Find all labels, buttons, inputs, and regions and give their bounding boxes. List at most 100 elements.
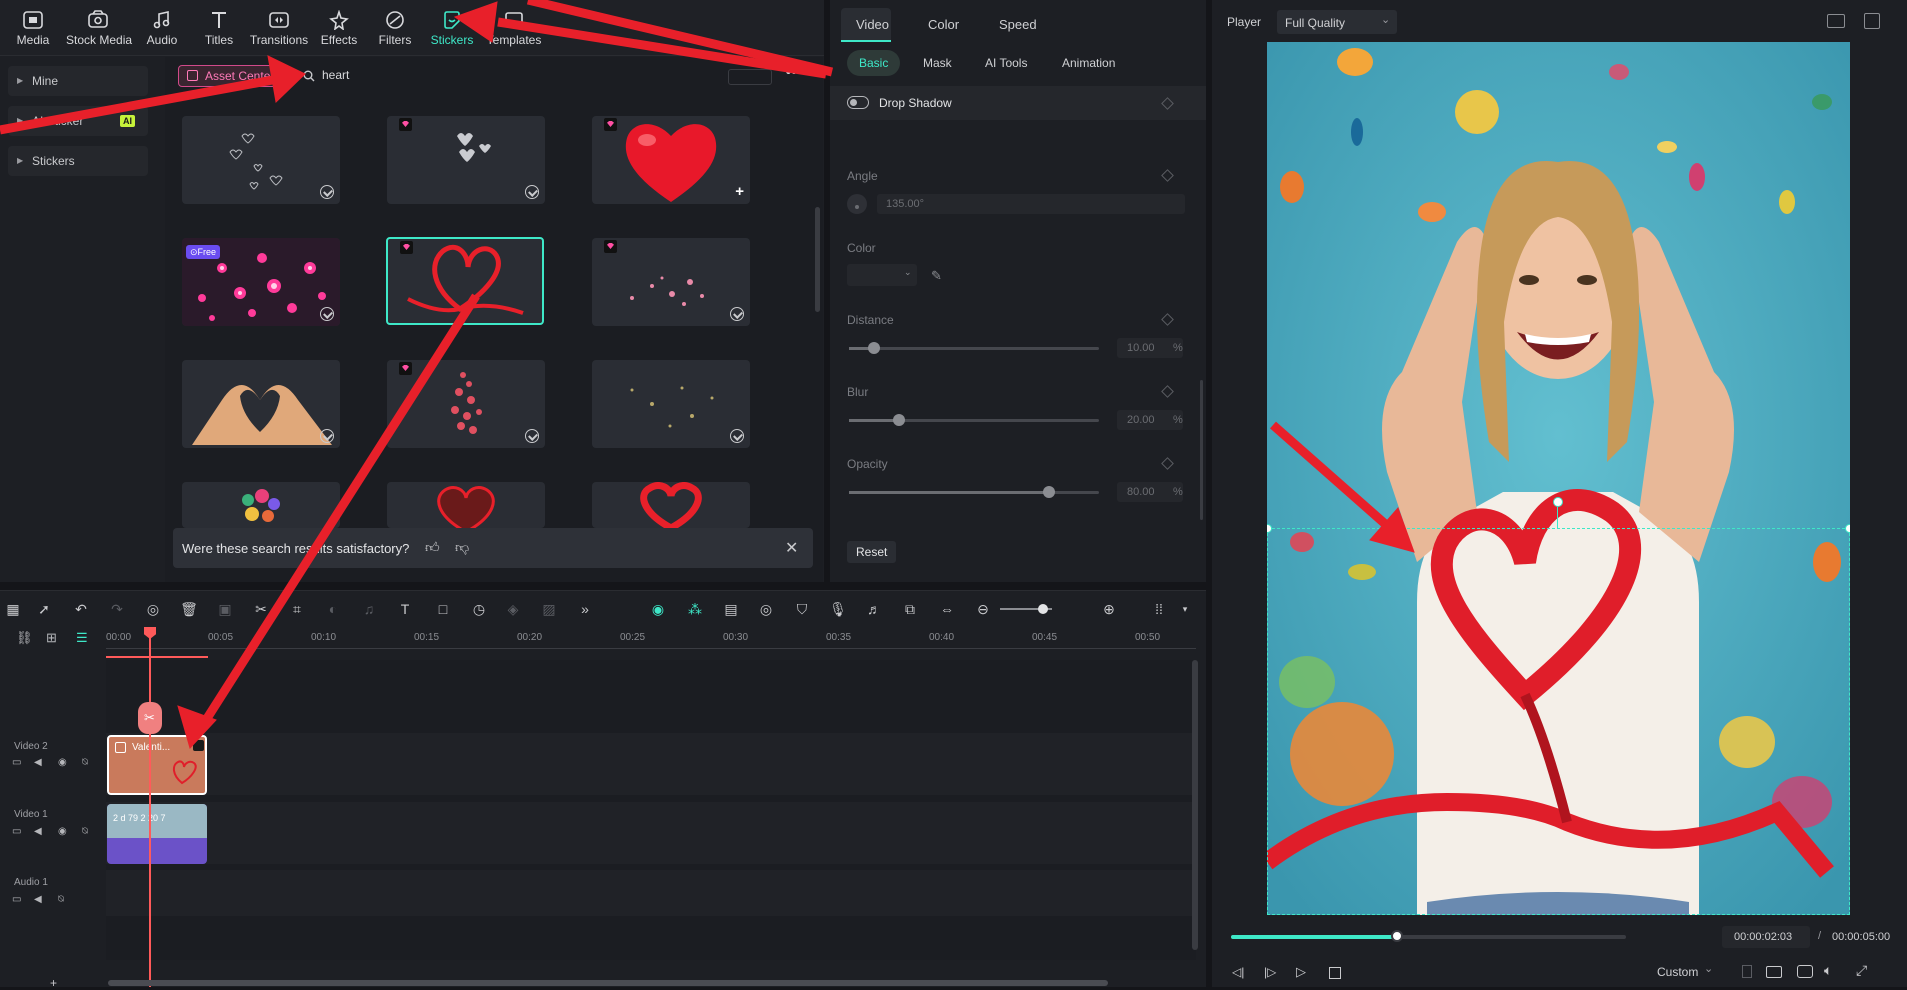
mark-icon[interactable] — [1742, 965, 1752, 978]
mask-tool-icon[interactable]: ◈ — [504, 601, 522, 617]
sidebar-item-mine[interactable]: ▶ Mine — [8, 66, 148, 96]
fit-icon[interactable]: ⇔ — [938, 601, 956, 617]
track-settings-icon[interactable]: ☰ — [76, 630, 88, 646]
sticker-thumb[interactable] — [182, 360, 340, 448]
opacity-slider[interactable] — [849, 486, 1099, 498]
detach-icon[interactable]: ▣ — [216, 601, 234, 617]
zoom-in-icon[interactable]: ⊕ — [1100, 601, 1118, 617]
folder-icon[interactable]: ▭ — [12, 894, 21, 905]
reset-button[interactable]: Reset — [847, 541, 897, 563]
folder-icon[interactable]: ▭ — [12, 826, 21, 837]
toolbar-audio[interactable]: Audio — [132, 6, 192, 52]
toolbar-filters[interactable]: Filters — [365, 6, 425, 52]
select-tool-icon[interactable]: ➚ — [35, 601, 53, 617]
split-icon[interactable]: ✂ — [252, 601, 270, 617]
video-preview[interactable] — [1267, 42, 1850, 915]
lock-icon[interactable]: ⍉ — [82, 826, 88, 837]
magnet-icon[interactable]: ◉ — [649, 601, 667, 617]
vertical-scrollbar[interactable] — [1192, 660, 1198, 950]
playhead[interactable] — [149, 630, 151, 987]
text-tool-icon[interactable]: T — [396, 601, 414, 617]
ai-tool-icon[interactable]: ◎ — [144, 601, 162, 617]
angle-dial[interactable] — [847, 194, 867, 214]
delete-icon[interactable]: 🗑︎ — [180, 601, 198, 617]
marker-icon[interactable]: ◎ — [757, 601, 775, 617]
redo-icon[interactable]: ↷ — [108, 601, 126, 617]
scrollbar[interactable] — [815, 207, 820, 312]
stop-icon[interactable] — [1329, 967, 1341, 979]
search-input[interactable]: heart — [295, 65, 595, 87]
volume-icon[interactable]: ◀︎ — [34, 826, 42, 837]
scrollbar[interactable] — [1200, 380, 1203, 520]
download-icon[interactable] — [730, 307, 744, 321]
more-tools-icon[interactable]: » — [576, 601, 594, 617]
keyframe-icon[interactable] — [1161, 97, 1174, 110]
next-frame-icon[interactable]: |▷ — [1264, 965, 1276, 979]
current-time-box[interactable]: 00:00:02:03 — [1722, 926, 1810, 948]
distance-value[interactable]: 10.00% — [1117, 338, 1183, 358]
shield-icon[interactable]: ⛉ — [793, 601, 811, 617]
rotate-handle[interactable] — [1553, 497, 1563, 507]
more-options-icon[interactable]: ••• — [782, 65, 806, 85]
blur-slider[interactable] — [849, 414, 1099, 426]
snap-icon[interactable]: ⁂ — [686, 601, 704, 617]
eyedropper-icon[interactable]: ✎ — [931, 268, 942, 284]
sticker-thumb[interactable] — [387, 116, 545, 204]
play-icon[interactable]: ▷ — [1296, 964, 1306, 980]
eye-icon[interactable]: ◉ — [58, 826, 67, 837]
chevron-down-icon[interactable]: ▾ — [1176, 601, 1194, 617]
thumbs-up-icon[interactable]: 👍︎ — [425, 539, 440, 556]
replace-icon[interactable]: ⧉ — [901, 601, 919, 617]
eye-icon[interactable]: ◉ — [58, 757, 67, 768]
keyframe-icon[interactable] — [1161, 169, 1174, 182]
download-icon[interactable] — [525, 429, 539, 443]
sticker-thumb[interactable] — [592, 360, 750, 448]
zoom-out-icon[interactable]: ⊖ — [974, 601, 992, 617]
sidebar-item-ai-sticker[interactable]: ▶ AI Sticker AI — [8, 106, 148, 136]
horizontal-scrollbar[interactable] — [108, 980, 1108, 986]
slider-knob[interactable] — [868, 342, 880, 354]
subtab-animation[interactable]: Animation — [1050, 50, 1127, 76]
timeline-ruler[interactable]: ⛓︎ ⊞ ☰ — [0, 626, 1206, 650]
distance-slider[interactable] — [849, 342, 1099, 354]
shape-tool-icon[interactable]: □ — [434, 601, 452, 617]
resize-handle[interactable] — [1845, 524, 1850, 533]
sticker-thumb[interactable]: ⊙Free — [182, 238, 340, 326]
progress-knob[interactable] — [1390, 930, 1403, 942]
sticker-thumb[interactable]: + — [592, 116, 750, 204]
toolbar-media[interactable]: Media — [2, 6, 64, 52]
audio-tool-icon[interactable]: ♫ — [360, 601, 378, 617]
zoom-knob[interactable] — [1038, 604, 1048, 614]
audio-mix-icon[interactable]: ♬ — [865, 601, 883, 617]
toolbar-stock-media[interactable]: Stock Media — [66, 6, 132, 52]
selection-box[interactable] — [1267, 528, 1850, 915]
playback-progress[interactable] — [1231, 930, 1626, 942]
add-track-icon[interactable]: ⊞ — [46, 630, 57, 646]
snapshot-icon[interactable] — [1797, 965, 1813, 978]
layout-options-icon[interactable]: ⁞⁞ — [1150, 601, 1168, 617]
folder-icon[interactable]: ▭ — [12, 757, 21, 768]
download-icon[interactable] — [320, 307, 334, 321]
download-icon[interactable] — [320, 429, 334, 443]
zoom-slider[interactable] — [1000, 604, 1052, 614]
split-marker[interactable]: ✂ — [138, 702, 162, 734]
speed-icon[interactable]: ◷ — [470, 601, 488, 617]
keyframe-icon[interactable] — [1161, 313, 1174, 326]
sticker-thumb-selected[interactable] — [386, 237, 544, 325]
filter-button[interactable] — [728, 69, 772, 85]
lock-icon[interactable]: ⍉ — [58, 894, 64, 905]
asset-center-button[interactable]: Asset Center — [178, 65, 284, 87]
thumbs-down-icon[interactable]: 👎︎ — [455, 539, 469, 556]
undo-icon[interactable]: ↶ — [72, 601, 90, 617]
subtab-ai-tools[interactable]: AI Tools — [973, 50, 1039, 76]
zoom-dropdown[interactable]: Custom ⌄ — [1642, 961, 1716, 983]
download-icon[interactable] — [730, 429, 744, 443]
tab-video[interactable]: Video — [856, 8, 889, 42]
sticker-thumb[interactable] — [387, 360, 545, 448]
tab-color[interactable]: Color — [928, 8, 959, 42]
toolbar-effects[interactable]: Effects — [309, 6, 369, 52]
volume-icon[interactable]: ◀︎ — [34, 757, 42, 768]
crop-icon[interactable]: ⌗ — [288, 601, 306, 617]
toolbar-transitions[interactable]: Transitions — [248, 6, 310, 52]
sticker-thumb[interactable] — [182, 482, 340, 528]
